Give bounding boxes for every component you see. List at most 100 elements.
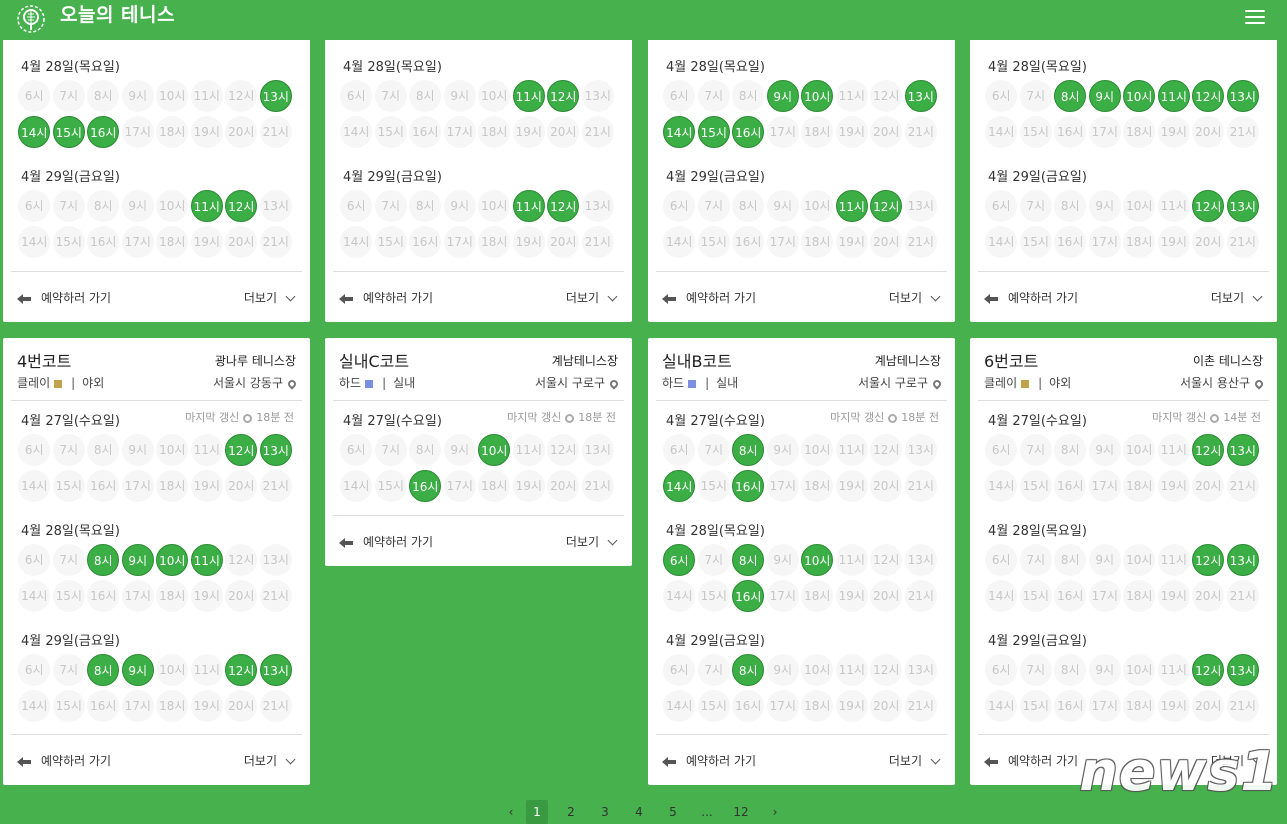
available-slot[interactable]: 6시 [663,544,696,576]
available-slot[interactable]: 12시 [547,80,580,112]
district-info: 서울시 구로구 [535,374,620,391]
available-slot[interactable]: 16시 [409,470,442,502]
unavailable-slot: 16시 [87,580,120,612]
available-slot[interactable]: 11시 [190,190,223,222]
available-slot[interactable]: 12시 [225,190,258,222]
available-slot[interactable]: 13시 [259,434,292,466]
unavailable-slot: 19시 [190,580,223,612]
available-slot[interactable]: 13시 [1226,80,1259,112]
page-2-button[interactable]: 2 [560,800,582,824]
available-slot[interactable]: 12시 [1192,80,1225,112]
more-button[interactable]: 더보기 [244,752,296,769]
available-slot[interactable]: 12시 [1192,434,1225,466]
prev-page-button[interactable]: ‹ [500,800,522,824]
available-slot[interactable]: 13시 [259,654,292,686]
available-slot[interactable]: 16시 [87,116,120,148]
book-link[interactable]: 예약하러 가기 [17,289,111,306]
page-5-button[interactable]: 5 [662,800,684,824]
available-slot[interactable]: 14시 [663,470,696,502]
book-link[interactable]: 예약하러 가기 [17,752,111,769]
unavailable-slot: 7시 [697,434,730,466]
available-slot[interactable]: 8시 [87,544,120,576]
court-name[interactable]: 6번코트 [984,348,1038,372]
available-slot[interactable]: 9시 [1088,80,1121,112]
surface-type: 클레이 [17,376,51,390]
available-slot[interactable]: 12시 [225,654,258,686]
court-name[interactable]: 실내B코트 [662,348,732,372]
book-link[interactable]: 예약하러 가기 [984,752,1078,769]
unavailable-slot: 14시 [985,580,1018,612]
book-link[interactable]: 예약하러 가기 [984,289,1078,306]
available-slot[interactable]: 9시 [121,654,154,686]
book-link[interactable]: 예약하러 가기 [662,752,756,769]
book-link[interactable]: 예약하러 가기 [339,533,433,550]
available-slot[interactable]: 12시 [1192,544,1225,576]
available-slot[interactable]: 14시 [663,116,696,148]
available-slot[interactable]: 12시 [1192,654,1225,686]
available-slot[interactable]: 14시 [18,116,51,148]
next-page-button[interactable]: › [764,800,786,824]
unavailable-slot: 21시 [581,116,614,148]
available-slot[interactable]: 15시 [52,116,85,148]
available-slot[interactable]: 10시 [478,434,511,466]
available-slot[interactable]: 13시 [1226,654,1259,686]
available-slot[interactable]: 15시 [697,116,730,148]
more-button[interactable]: 더보기 [566,533,618,550]
available-slot[interactable]: 13시 [1226,190,1259,222]
available-slot[interactable]: 10시 [801,80,834,112]
unavailable-slot: 15시 [52,580,85,612]
available-slot[interactable]: 8시 [732,544,765,576]
page-4-button[interactable]: 4 [628,800,650,824]
available-slot[interactable]: 16시 [732,580,765,612]
page-1-button[interactable]: 1 [526,800,548,824]
available-slot[interactable]: 10시 [1123,80,1156,112]
available-slot[interactable]: 8시 [732,434,765,466]
available-slot[interactable]: 11시 [512,80,545,112]
tennis-racket-logo-icon[interactable] [16,4,46,34]
available-slot[interactable]: 10시 [801,544,834,576]
court-name[interactable]: 4번코트 [17,348,71,372]
page-3-button[interactable]: 3 [594,800,616,824]
surface-info: 하드 | 실내 [339,374,415,391]
more-button[interactable]: 더보기 [889,289,941,306]
more-button[interactable]: 더보기 [1211,289,1263,306]
menu-icon[interactable] [1245,10,1265,24]
page-12-button[interactable]: 12 [730,800,752,824]
unavailable-slot: 8시 [409,190,442,222]
available-slot[interactable]: 8시 [732,654,765,686]
unavailable-slot: 6시 [340,80,373,112]
available-slot[interactable]: 9시 [766,80,799,112]
chevron-down-icon [930,291,941,302]
available-slot[interactable]: 12시 [870,190,903,222]
unavailable-slot: 19시 [1157,580,1190,612]
available-slot[interactable]: 11시 [190,544,223,576]
card-footer: 예약하러 가기 더보기 [648,735,955,785]
available-slot[interactable]: 11시 [1157,80,1190,112]
available-slot[interactable]: 13시 [259,80,292,112]
court-name[interactable]: 실내C코트 [339,348,409,372]
available-slot[interactable]: 13시 [1226,544,1259,576]
book-link[interactable]: 예약하러 가기 [662,289,756,306]
more-button[interactable]: 더보기 [566,289,618,306]
available-slot[interactable]: 13시 [904,80,937,112]
available-slot[interactable]: 10시 [156,544,189,576]
available-slot[interactable]: 11시 [835,190,868,222]
app-title[interactable]: 오늘의 테니스 [60,2,175,28]
available-slot[interactable]: 8시 [1054,80,1087,112]
more-button[interactable]: 더보기 [889,752,941,769]
available-slot[interactable]: 13시 [1226,434,1259,466]
available-slot[interactable]: 12시 [547,190,580,222]
unavailable-slot: 8시 [87,190,120,222]
available-slot[interactable]: 16시 [732,470,765,502]
court-setting: 실내 [716,376,739,390]
available-slot[interactable]: 8시 [87,654,120,686]
available-slot[interactable]: 12시 [1192,190,1225,222]
time-slots: 6시 7시 8시 9시 10시 11시 12시 13시 14시 15시 16시 17시 18시 19시 20… [984,652,1270,724]
unavailable-slot: 9시 [121,80,154,112]
book-link[interactable]: 예약하러 가기 [339,289,433,306]
available-slot[interactable]: 11시 [512,190,545,222]
available-slot[interactable]: 12시 [225,434,258,466]
available-slot[interactable]: 9시 [121,544,154,576]
available-slot[interactable]: 16시 [732,116,765,148]
more-button[interactable]: 더보기 [244,289,296,306]
